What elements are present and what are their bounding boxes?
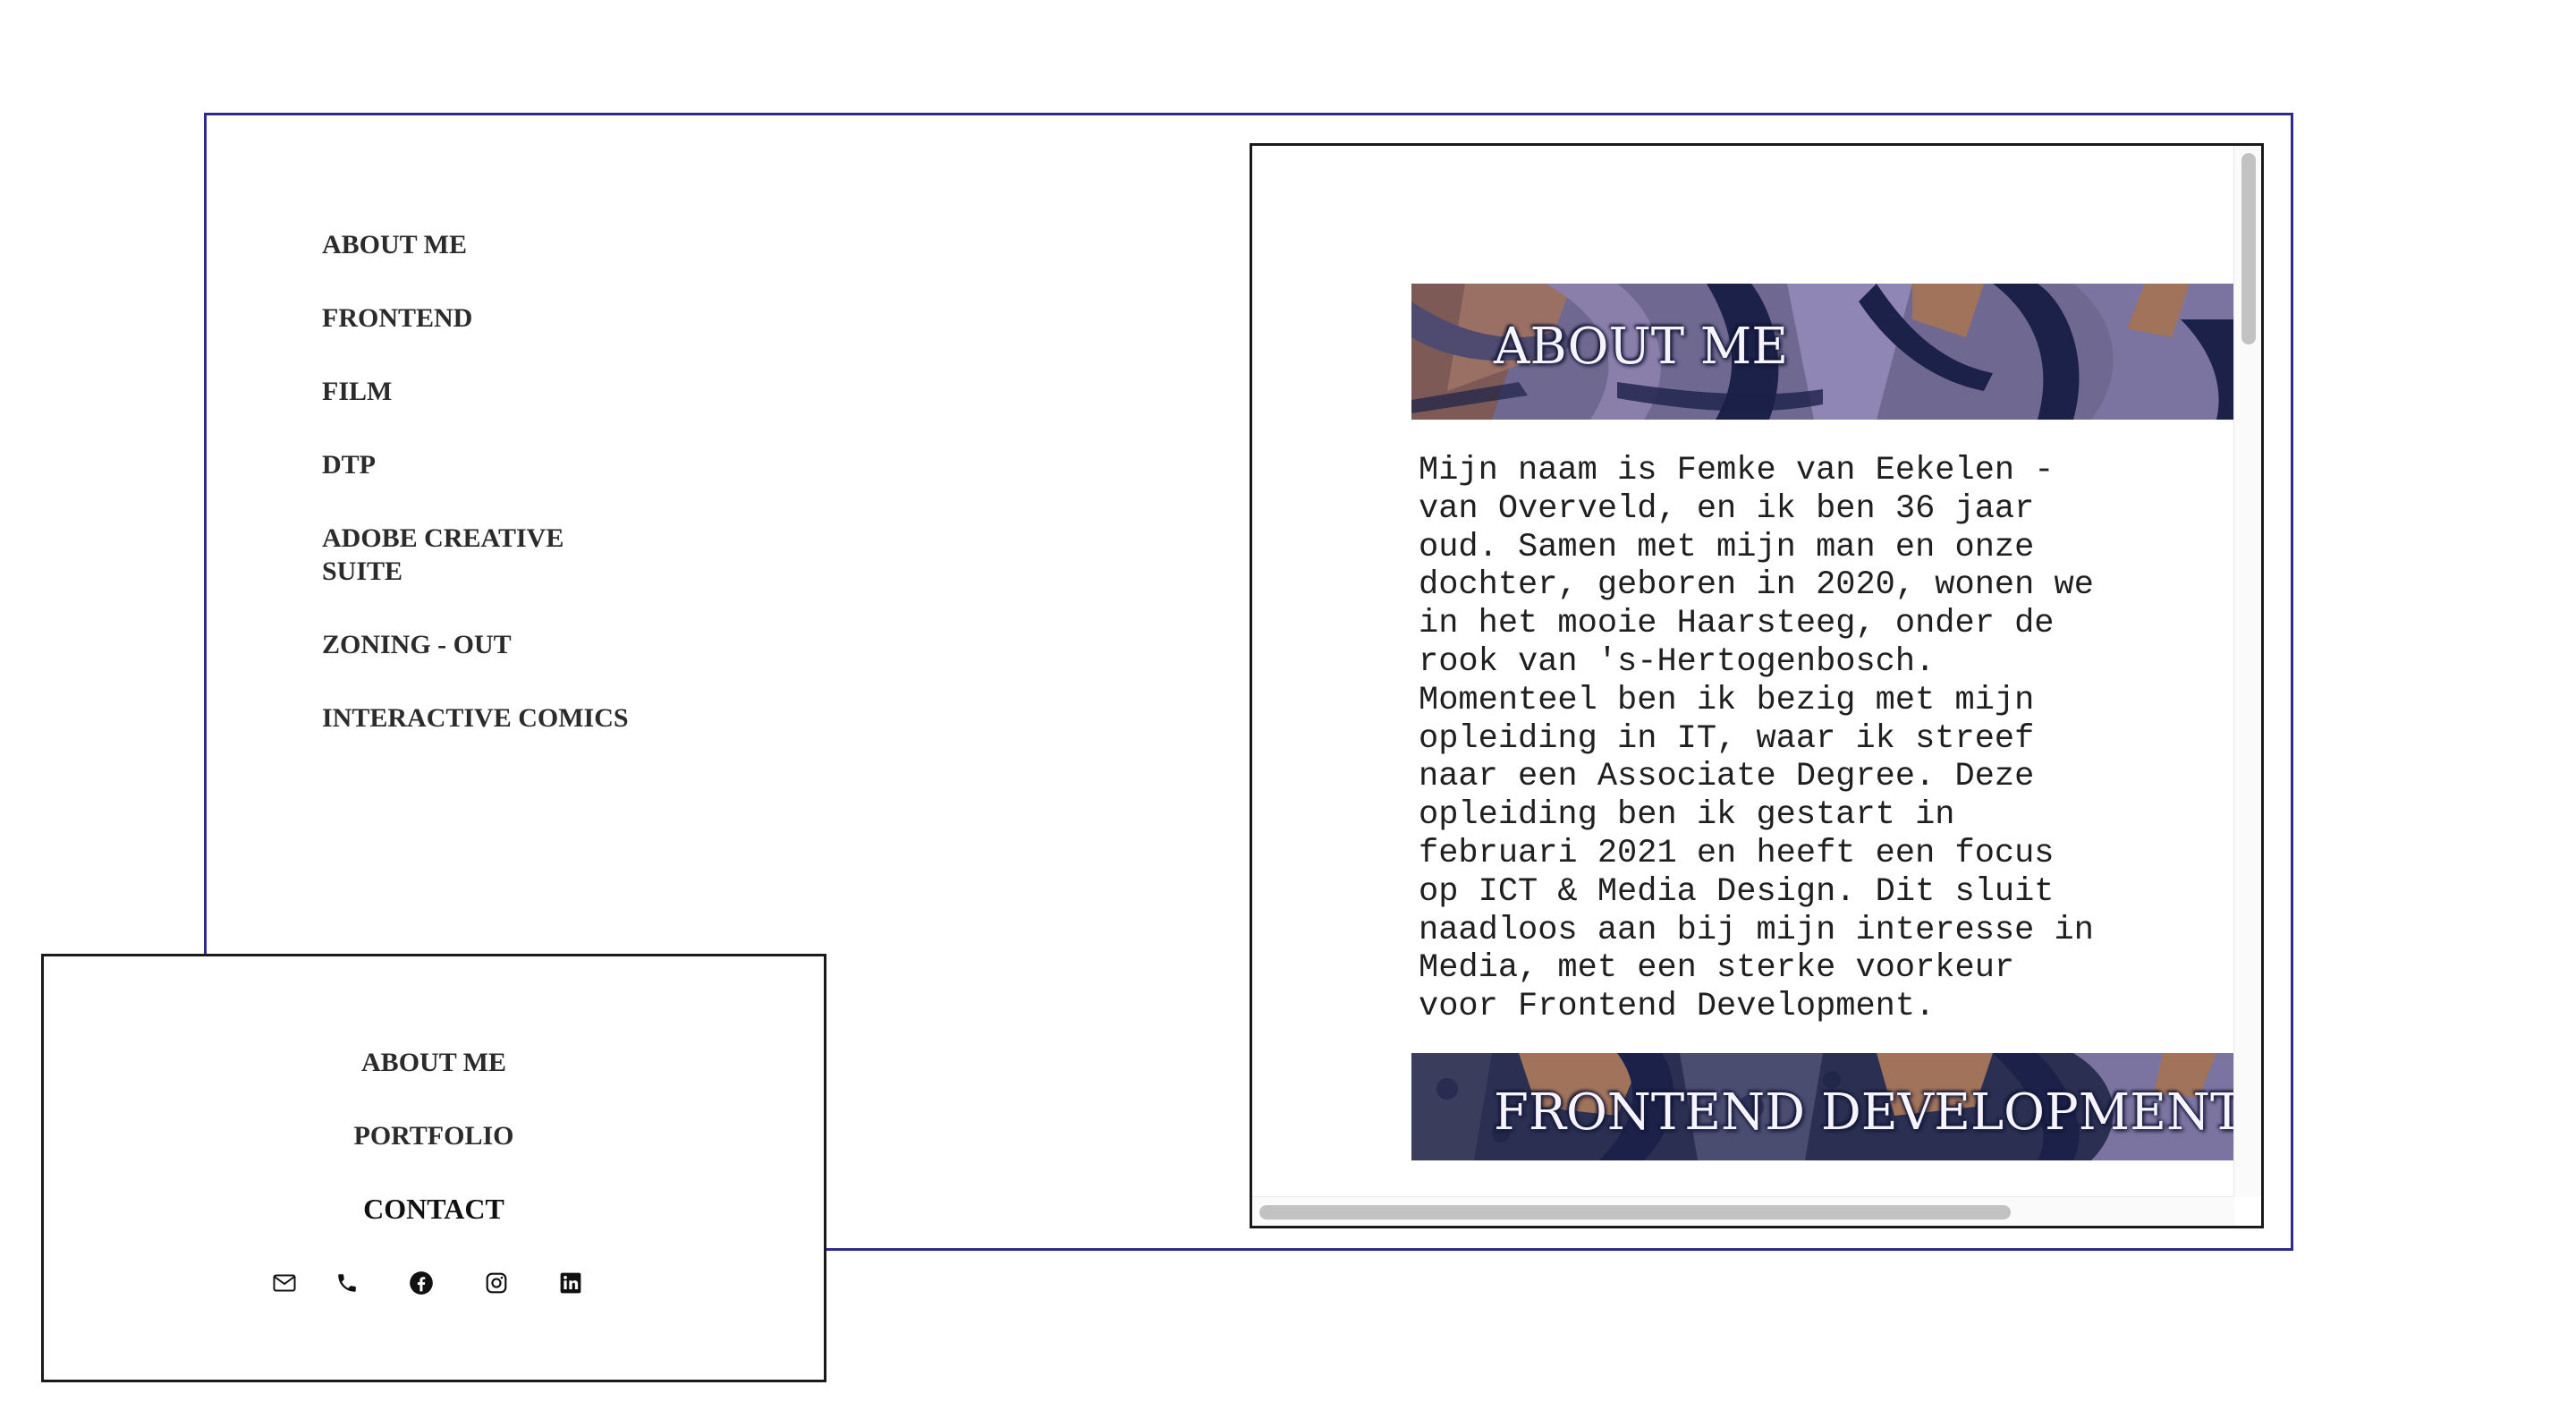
content-scroll-panel[interactable]: ABOUT ME Mijn naam is Femke van Eekelen … <box>1250 143 2264 1228</box>
frontend-banner: FRONTEND DEVELOPMENT <box>1411 1052 2239 1160</box>
about-me-banner: ABOUT ME <box>1411 284 2239 420</box>
side-nav-about-me[interactable]: ABOUT ME <box>322 228 698 261</box>
phone-icon[interactable] <box>332 1268 362 1298</box>
social-icons-row <box>44 1268 824 1304</box>
about-me-text: Mijn naam is Femke van Eekelen - van Ove… <box>1419 452 2094 1026</box>
floating-nav: ABOUT ME PORTFOLIO CONTACT <box>44 1046 824 1266</box>
side-nav-zoning-out[interactable]: ZONING - OUT <box>322 628 698 661</box>
facebook-icon[interactable] <box>406 1268 436 1298</box>
horizontal-scrollbar[interactable] <box>1252 1196 2234 1226</box>
floating-menu-box: ABOUT ME PORTFOLIO CONTACT <box>41 954 826 1382</box>
float-nav-contact[interactable]: CONTACT <box>44 1193 824 1226</box>
side-nav: ABOUT ME FRONTEND FILM DTP ADOBE CREATIV… <box>322 228 698 775</box>
float-nav-about-me[interactable]: ABOUT ME <box>44 1046 824 1079</box>
linkedin-icon[interactable] <box>555 1268 586 1298</box>
instagram-icon[interactable] <box>481 1268 512 1298</box>
frontend-title: FRONTEND DEVELOPMENT <box>1494 1083 2239 1142</box>
side-nav-frontend[interactable]: FRONTEND <box>322 302 698 335</box>
side-nav-film[interactable]: FILM <box>322 375 698 408</box>
mail-icon[interactable] <box>269 1268 300 1298</box>
about-me-title: ABOUT ME <box>1494 318 1789 376</box>
side-nav-dtp[interactable]: DTP <box>322 448 698 481</box>
side-nav-adobe-creative-suite[interactable]: ADOBE CREATIVE SUITE <box>322 522 608 588</box>
float-nav-portfolio[interactable]: PORTFOLIO <box>44 1119 824 1152</box>
vertical-scroll-thumb[interactable] <box>2241 153 2256 344</box>
horizontal-scroll-thumb[interactable] <box>1259 1205 2011 1219</box>
content-inner: ABOUT ME Mijn naam is Femke van Eekelen … <box>1411 284 2239 1160</box>
side-nav-interactive-comics[interactable]: INTERACTIVE COMICS <box>322 701 698 735</box>
vertical-scrollbar[interactable] <box>2233 146 2261 1197</box>
